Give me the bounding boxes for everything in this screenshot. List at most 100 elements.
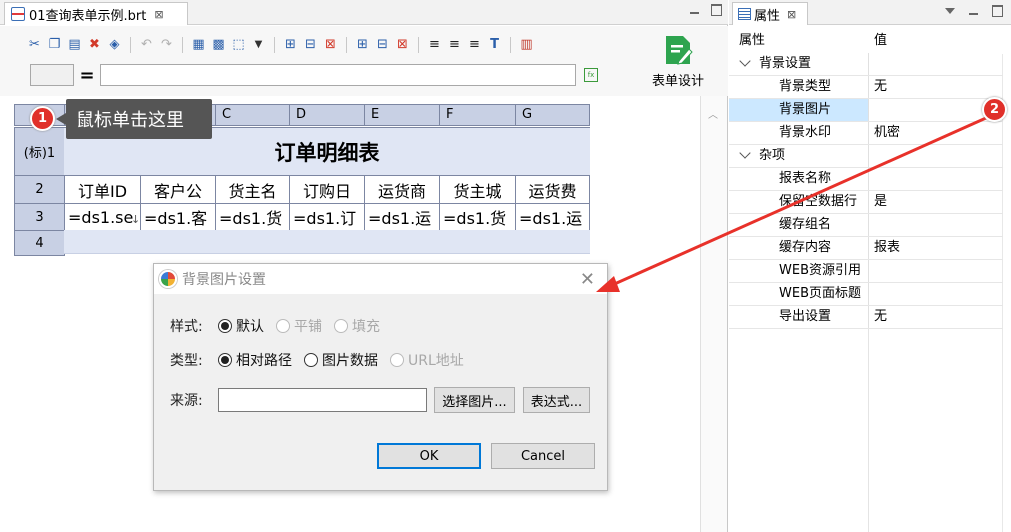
- maximize-icon[interactable]: [710, 4, 722, 16]
- property-value[interactable]: [869, 168, 1003, 190]
- column-header-d[interactable]: D: [289, 104, 365, 126]
- property-row-export-settings[interactable]: 导出设置 无: [729, 306, 1003, 329]
- formula-cell[interactable]: =ds1.运: [364, 203, 440, 231]
- chevron-down-icon[interactable]: [739, 55, 751, 67]
- border-icon[interactable]: ⬚: [230, 36, 247, 53]
- property-row-keep-empty-rows[interactable]: 保留空数据行 是: [729, 191, 1003, 214]
- row-header-4[interactable]: 4: [14, 230, 65, 256]
- append-column-icon[interactable]: ⊟: [374, 36, 391, 53]
- delete-icon[interactable]: ✖: [86, 36, 103, 53]
- maximize-icon[interactable]: [991, 5, 1003, 17]
- header-cell-customer[interactable]: 客户公: [140, 175, 216, 204]
- insert-column-icon[interactable]: ⊞: [354, 36, 371, 53]
- source-row: 来源: 选择图片... 表达式...: [170, 387, 590, 413]
- column-header-c[interactable]: C: [215, 104, 290, 126]
- redo-icon[interactable]: ↷: [158, 36, 175, 53]
- cancel-button[interactable]: Cancel: [491, 443, 595, 469]
- expression-button[interactable]: 表达式...: [523, 387, 590, 413]
- property-row-cache-content[interactable]: 缓存内容 报表: [729, 237, 1003, 260]
- formula-cell[interactable]: =ds1.货: [439, 203, 516, 231]
- property-value[interactable]: [869, 214, 1003, 236]
- header-cell-consignee[interactable]: 货主名: [215, 175, 290, 204]
- property-row-background-image[interactable]: 背景图片: [729, 99, 1003, 122]
- view-menu-icon[interactable]: [945, 8, 955, 14]
- cell-reference-field[interactable]: [30, 64, 74, 86]
- property-key: WEB页面标题: [729, 283, 869, 305]
- align-right-icon[interactable]: ≡: [466, 36, 483, 53]
- formula-input[interactable]: [100, 64, 576, 86]
- close-icon[interactable]: ✕: [580, 269, 595, 290]
- row-header-1[interactable]: (标)1: [14, 127, 65, 176]
- undo-icon[interactable]: ↶: [138, 36, 155, 53]
- paste-icon[interactable]: ▤: [66, 36, 83, 53]
- minimize-icon[interactable]: [967, 5, 979, 17]
- property-value[interactable]: 机密: [869, 122, 1003, 144]
- header-cell-ship-city[interactable]: 货主城: [439, 175, 516, 204]
- column-header-e[interactable]: E: [364, 104, 440, 126]
- header-cell-order-date[interactable]: 订购日: [289, 175, 365, 204]
- fx-button[interactable]: fx: [584, 68, 598, 82]
- border-dropdown-icon[interactable]: ▼: [250, 36, 267, 53]
- header-cell-order-id[interactable]: 订单ID: [64, 175, 141, 204]
- delete-column-icon[interactable]: ⊠: [394, 36, 411, 53]
- tab-close-icon[interactable]: ⊠: [787, 8, 796, 21]
- source-input[interactable]: [218, 388, 427, 412]
- value-column-header: 值: [874, 33, 888, 48]
- column-header-g[interactable]: G: [515, 104, 590, 126]
- align-left-icon[interactable]: ≡: [426, 36, 443, 53]
- property-group-misc[interactable]: 杂项: [729, 145, 1003, 168]
- chart-icon[interactable]: ▥: [518, 36, 535, 53]
- form-design-button[interactable]: 表单设计: [640, 34, 716, 90]
- merge-cells-icon[interactable]: ▦: [190, 36, 207, 53]
- formula-cell[interactable]: =ds1.运: [515, 203, 590, 231]
- style-radio-tile[interactable]: 平铺: [276, 316, 322, 336]
- property-row-web-resources[interactable]: WEB资源引用: [729, 260, 1003, 283]
- vertical-scrollbar[interactable]: ︿: [700, 96, 727, 532]
- select-image-button[interactable]: 选择图片...: [434, 387, 515, 413]
- type-radio-relative-path[interactable]: 相对路径: [218, 350, 292, 370]
- step1-callout-text: 鼠标单击这里: [76, 110, 184, 131]
- chevron-down-icon[interactable]: [739, 147, 751, 159]
- property-value[interactable]: 是: [869, 191, 1003, 213]
- copy-icon[interactable]: ❐: [46, 36, 63, 53]
- text-format-icon[interactable]: T: [486, 36, 503, 53]
- property-value[interactable]: [869, 260, 1003, 282]
- property-row-report-name[interactable]: 报表名称: [729, 168, 1003, 191]
- split-cells-icon[interactable]: ▩: [210, 36, 227, 53]
- column-header-f[interactable]: F: [439, 104, 516, 126]
- property-value[interactable]: 无: [869, 76, 1003, 98]
- formula-cell[interactable]: =ds1.订: [289, 203, 365, 231]
- delete-row-icon[interactable]: ⊠: [322, 36, 339, 53]
- style-radio-fill[interactable]: 填充: [334, 316, 380, 336]
- eraser-icon[interactable]: ◈: [106, 36, 123, 53]
- property-row-background-type[interactable]: 背景类型 无: [729, 76, 1003, 99]
- minimize-icon[interactable]: [688, 4, 700, 16]
- align-center-icon[interactable]: ≡: [446, 36, 463, 53]
- header-cell-freight[interactable]: 运货费: [515, 175, 590, 204]
- property-row-cache-group[interactable]: 缓存组名: [729, 214, 1003, 237]
- row-header-2[interactable]: 2: [14, 175, 65, 204]
- tab-properties[interactable]: 属性 ⊠: [732, 2, 808, 25]
- header-cell-shipper[interactable]: 运货商: [364, 175, 440, 204]
- property-row-background-watermark[interactable]: 背景水印 机密: [729, 122, 1003, 145]
- property-row-web-page-title[interactable]: WEB页面标题: [729, 283, 1003, 306]
- insert-row-icon[interactable]: ⊞: [282, 36, 299, 53]
- formula-cell[interactable]: =ds1.货: [215, 203, 290, 231]
- formula-cell[interactable]: =ds1.se: [64, 203, 141, 231]
- tab-report-file[interactable]: 01查询表单示例.brt ⊠: [4, 2, 188, 25]
- property-value[interactable]: [869, 283, 1003, 305]
- style-radio-default[interactable]: 默认: [218, 316, 264, 336]
- ok-button[interactable]: OK: [377, 443, 481, 469]
- property-value[interactable]: 报表: [869, 237, 1003, 259]
- formula-cell[interactable]: =ds1.客: [140, 203, 216, 231]
- type-radio-image-data[interactable]: 图片数据: [304, 350, 378, 370]
- row-header-3[interactable]: 3: [14, 203, 65, 231]
- property-value[interactable]: 无: [869, 306, 1003, 328]
- tab-close-icon[interactable]: ⊠: [154, 8, 163, 21]
- empty-row-4[interactable]: [64, 230, 590, 254]
- scroll-up-icon[interactable]: ︿: [708, 106, 720, 121]
- append-row-icon[interactable]: ⊟: [302, 36, 319, 53]
- cut-icon[interactable]: ✂: [26, 36, 43, 53]
- type-radio-url[interactable]: URL地址: [390, 350, 464, 370]
- property-group-background[interactable]: 背景设置: [729, 53, 1003, 76]
